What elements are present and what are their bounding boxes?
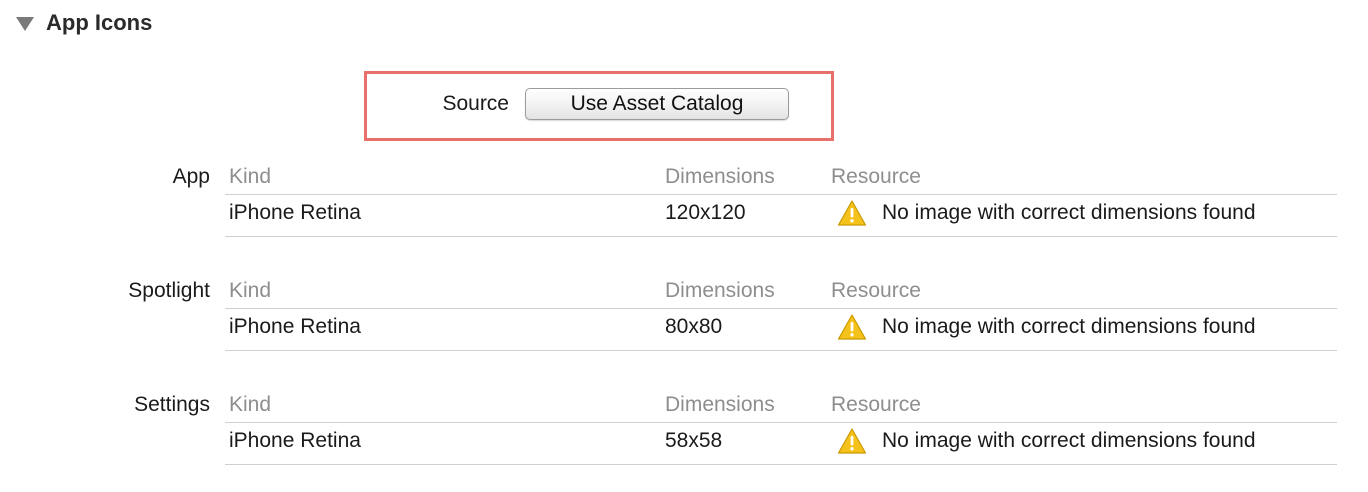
column-header-dimensions: Dimensions [665, 279, 775, 302]
group-label: App [172, 165, 210, 188]
section-header[interactable]: App Icons [16, 8, 152, 38]
row-divider [225, 350, 1337, 351]
disclosure-triangle-icon[interactable] [16, 17, 34, 31]
group-label: Settings [134, 393, 210, 416]
warning-icon [837, 314, 867, 340]
app-icons-panel: App Icons Source Use Asset Catalog App K… [0, 0, 1368, 492]
column-header-resource: Resource [831, 279, 921, 302]
resource-cell: No image with correct dimensions found [882, 429, 1256, 452]
section-title: App Icons [46, 10, 153, 35]
source-label: Source [442, 92, 509, 115]
warning-icon [837, 428, 867, 454]
column-header-dimensions: Dimensions [665, 393, 775, 416]
dimensions-cell: 80x80 [665, 315, 723, 338]
kind-cell: iPhone Retina [229, 201, 361, 224]
header-divider [225, 308, 1337, 309]
column-header-dimensions: Dimensions [665, 165, 775, 188]
kind-cell: iPhone Retina [229, 315, 361, 338]
dimensions-cell: 120x120 [665, 201, 746, 224]
use-asset-catalog-button[interactable]: Use Asset Catalog [525, 88, 789, 120]
column-header-resource: Resource [831, 393, 921, 416]
group-label: Spotlight [128, 279, 210, 302]
icon-group-settings: Settings Kind Dimensions Resource iPhone… [0, 391, 1368, 491]
header-divider [225, 194, 1337, 195]
row-divider [225, 236, 1337, 237]
dimensions-cell: 58x58 [665, 429, 723, 452]
icon-group-spotlight: Spotlight Kind Dimensions Resource iPhon… [0, 277, 1368, 377]
column-header-resource: Resource [831, 165, 921, 188]
header-divider [225, 422, 1337, 423]
icon-group-app: App Kind Dimensions Resource iPhone Reti… [0, 163, 1368, 263]
row-divider [225, 464, 1337, 465]
resource-cell: No image with correct dimensions found [882, 315, 1256, 338]
column-header-kind: Kind [229, 393, 272, 416]
kind-cell: iPhone Retina [229, 429, 361, 452]
column-header-kind: Kind [229, 165, 272, 188]
column-header-kind: Kind [229, 279, 272, 302]
resource-cell: No image with correct dimensions found [882, 201, 1256, 224]
warning-icon [837, 200, 867, 226]
